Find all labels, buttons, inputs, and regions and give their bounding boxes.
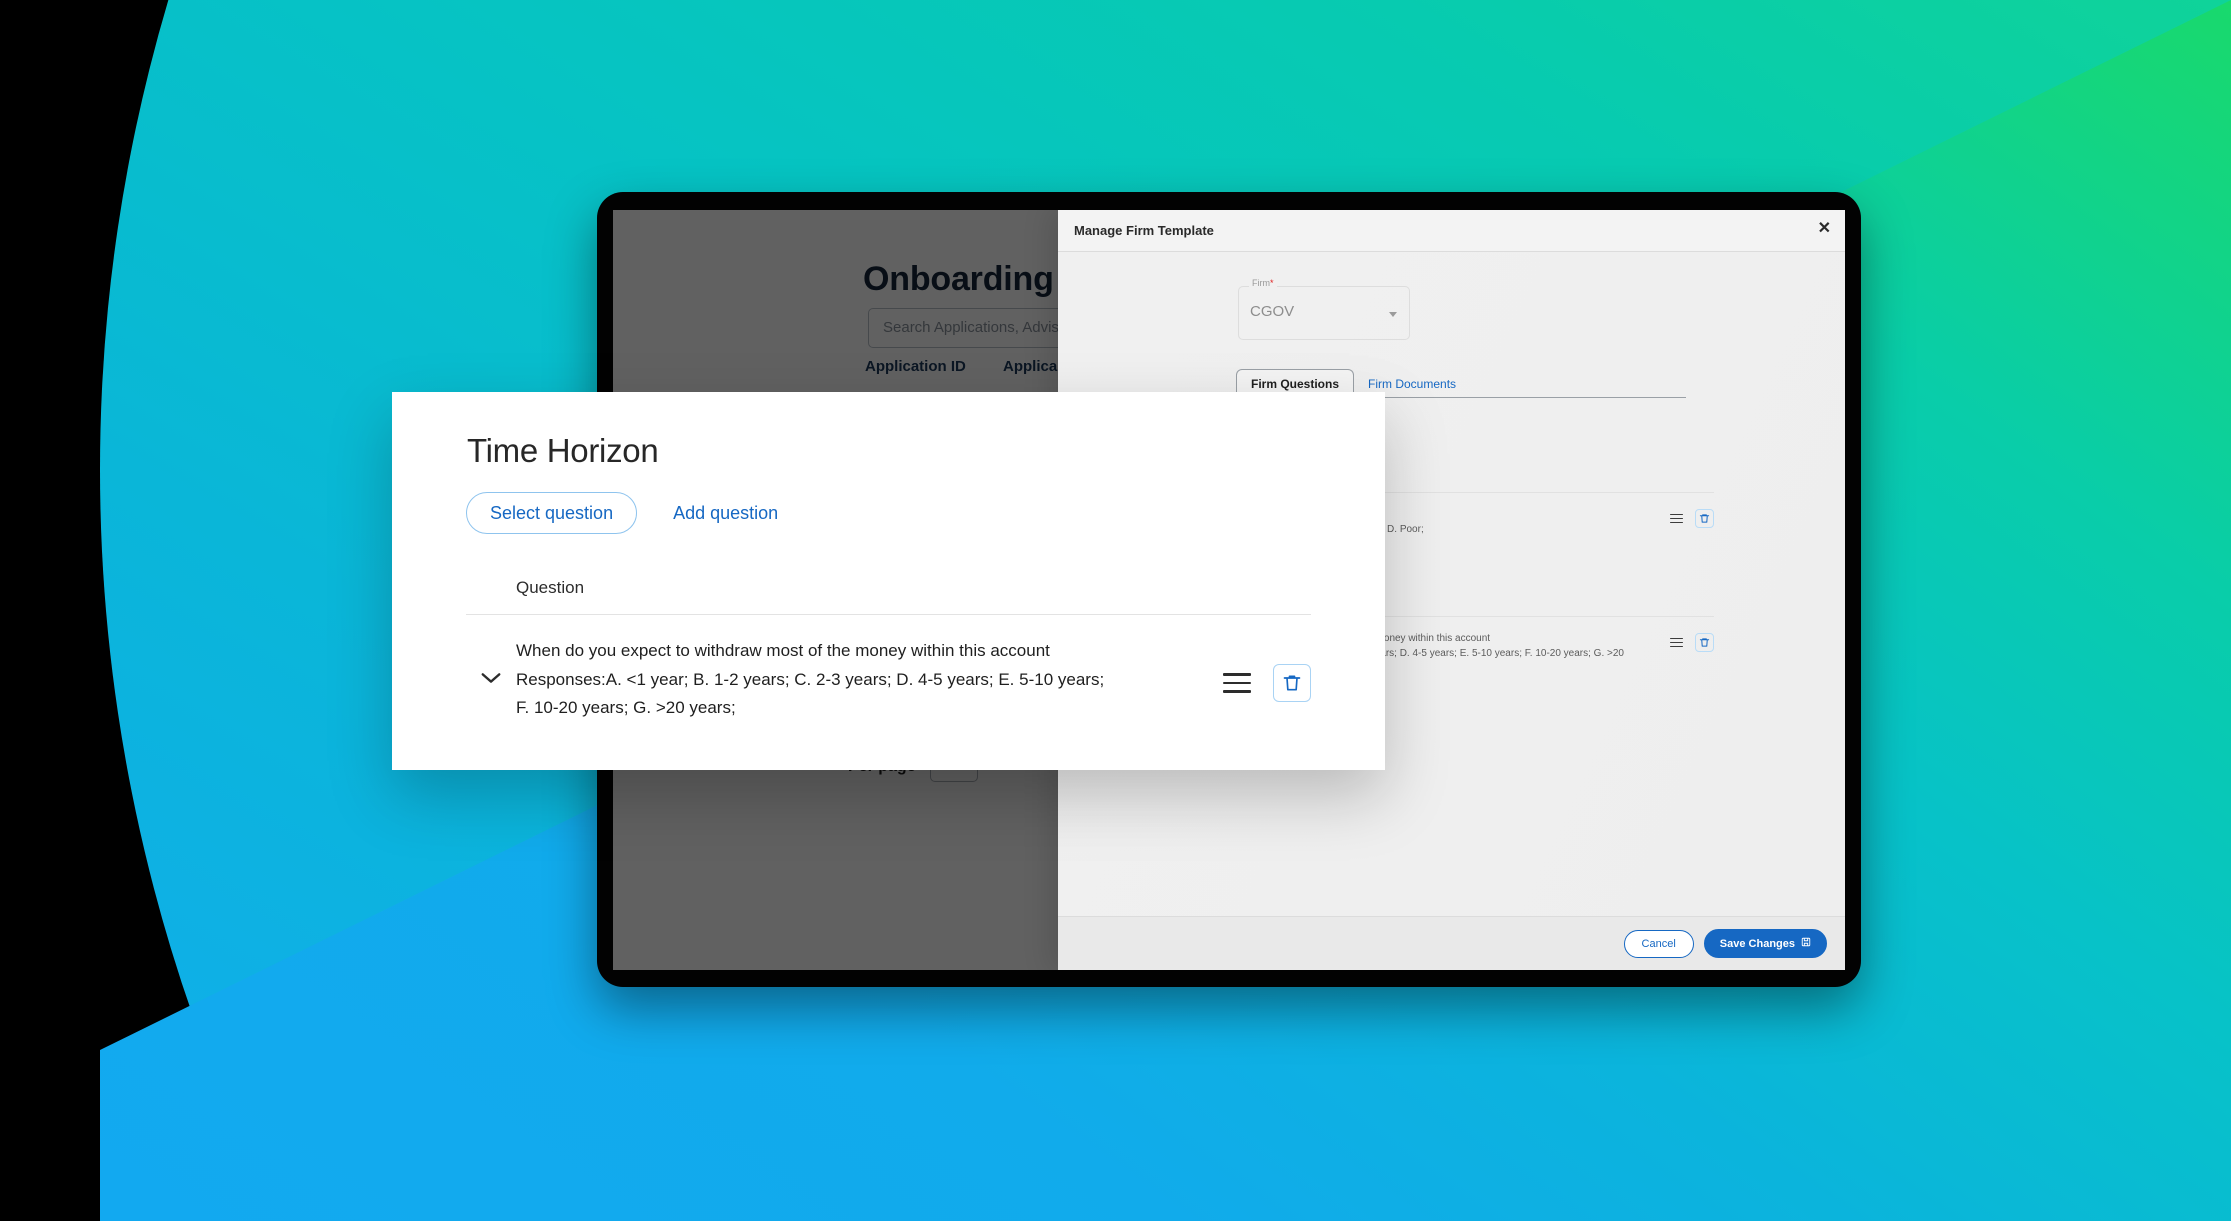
drag-handle-icon[interactable] xyxy=(1223,673,1251,693)
row-actions xyxy=(1670,507,1714,528)
chevron-down-icon xyxy=(1389,312,1397,317)
card-title: Time Horizon xyxy=(467,432,659,469)
time-horizon-card: Time Horizon Select question Add questio… xyxy=(392,392,1385,770)
question-text: When do you expect to withdraw most of t… xyxy=(516,641,1050,660)
cancel-button[interactable]: Cancel xyxy=(1623,929,1694,958)
drag-handle-icon[interactable] xyxy=(1670,513,1683,524)
question-cell: When do you expect to withdraw most of t… xyxy=(516,637,1116,723)
row-actions xyxy=(1223,637,1311,702)
firm-select[interactable]: Firm* CGOV xyxy=(1238,278,1410,340)
trash-icon[interactable] xyxy=(1695,509,1714,528)
save-changes-label: Save Changes xyxy=(1719,937,1795,950)
table-row: When do you expect to withdraw most of t… xyxy=(466,637,1311,723)
card-actions: Select question Add question xyxy=(466,492,786,534)
select-question-button[interactable]: Select question xyxy=(466,492,638,534)
chevron-down-icon[interactable] xyxy=(466,637,516,685)
trash-icon[interactable] xyxy=(1273,664,1311,702)
drag-handle-icon[interactable] xyxy=(1670,637,1683,648)
save-changes-button[interactable]: Save Changes xyxy=(1703,929,1827,958)
modal-title: Manage Firm Template xyxy=(1074,223,1214,238)
question-responses: Responses:A. <1 year; B. 1-2 years; C. 2… xyxy=(516,669,1105,718)
add-question-link[interactable]: Add question xyxy=(665,503,786,524)
screenshot-root: Onboarding Search Applications, Advisors… xyxy=(0,0,2231,1221)
firm-select-label: Firm* xyxy=(1249,278,1277,288)
modal-header: Manage Firm Template ✕ xyxy=(1058,210,1845,252)
firm-select-value: CGOV xyxy=(1250,303,1295,320)
modal-footer: Cancel Save Changes xyxy=(1058,916,1845,970)
column-header-question: Question xyxy=(516,578,585,597)
save-disk-icon xyxy=(1801,937,1811,950)
close-icon[interactable]: ✕ xyxy=(1818,221,1831,237)
required-asterisk: * xyxy=(1270,278,1274,288)
trash-icon[interactable] xyxy=(1695,633,1714,652)
divider xyxy=(466,614,1311,615)
row-actions xyxy=(1670,631,1714,652)
